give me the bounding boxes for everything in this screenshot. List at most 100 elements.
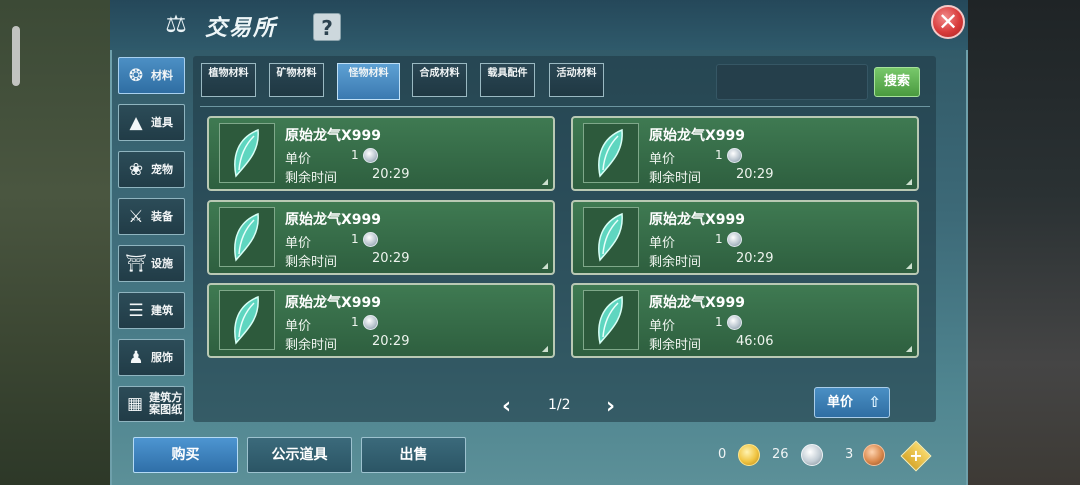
price-label: 单价	[649, 152, 676, 167]
gold-amount: 0	[718, 447, 727, 462]
silver-coin-icon	[363, 315, 378, 330]
silver-coin-icon	[727, 315, 742, 330]
sidebar-item-label: 建筑	[151, 303, 173, 317]
gold-coin-icon	[738, 444, 760, 466]
listing-card[interactable]: 原始龙气X999 单价 1 剩余时间 20:29 ◢	[207, 116, 555, 191]
background-right	[968, 0, 1080, 485]
silver-coin-icon	[363, 148, 378, 163]
item-thumbnail	[219, 207, 275, 267]
tab-event-materials[interactable]: 活动材料	[549, 63, 604, 97]
price-value: 1	[351, 315, 359, 329]
search-button[interactable]: 搜索	[874, 67, 920, 97]
item-name: 原始龙气X999	[649, 128, 746, 144]
copper-coin-icon	[863, 444, 885, 466]
sidebar-item-clothing[interactable]: ♟ 服饰	[118, 339, 185, 376]
silver-coin-icon	[801, 444, 823, 466]
item-thumbnail	[219, 290, 275, 350]
time-label: 剩余时间	[649, 255, 702, 270]
item-name: 原始龙气X999	[285, 128, 382, 144]
silver-amount: 26	[772, 447, 789, 462]
time-label: 剩余时间	[285, 171, 338, 186]
sell-button[interactable]: 出售	[361, 437, 466, 473]
sidebar-item-blueprints[interactable]: ▦ 建筑方案图纸	[118, 386, 185, 422]
plus-icon: +	[909, 446, 923, 465]
listing-card[interactable]: 原始龙气X999 单价 1 剩余时间 20:29 ◢	[207, 283, 555, 358]
corner-mark-icon: ◢	[905, 261, 912, 270]
time-remaining: 20:29	[372, 334, 410, 349]
time-remaining: 46:06	[736, 334, 774, 349]
listing-card[interactable]: 原始龙气X999 单价 1 剩余时间 20:29 ◢	[571, 200, 919, 275]
page-indicator: 1/2	[548, 397, 571, 413]
sidebar-item-pets[interactable]: ❀ 宠物	[118, 151, 185, 188]
divider	[200, 106, 930, 107]
dragon-qi-crystal-icon	[234, 295, 259, 345]
sidebar-item-label: 设施	[151, 256, 173, 270]
item-thumbnail	[583, 290, 639, 350]
sort-by-price-button[interactable]: 单价 ⇧	[814, 387, 890, 418]
scales-icon: ⚖	[165, 10, 187, 38]
dragon-qi-crystal-icon	[234, 128, 259, 178]
item-name: 原始龙气X999	[649, 212, 746, 228]
price-label: 单价	[285, 236, 312, 251]
corner-mark-icon: ◢	[905, 344, 912, 353]
time-remaining: 20:29	[372, 251, 410, 266]
corner-mark-icon: ◢	[541, 261, 548, 270]
dragon-qi-crystal-icon	[234, 212, 259, 262]
listing-card[interactable]: 原始龙气X999 单价 1 剩余时间 20:29 ◢	[207, 200, 555, 275]
background-left	[0, 0, 110, 485]
prev-page-button[interactable]: ‹	[502, 394, 511, 419]
listing-card[interactable]: 原始龙气X999 单价 1 剩余时间 20:29 ◢	[571, 116, 919, 191]
sort-label: 单价	[827, 395, 854, 410]
sidebar-item-materials[interactable]: ❂ 材料	[118, 57, 185, 94]
search-input[interactable]	[716, 64, 868, 100]
time-remaining: 20:29	[372, 167, 410, 182]
sort-arrow-icon: ⇧	[868, 393, 881, 411]
tab-mineral-materials[interactable]: 矿物材料	[269, 63, 324, 97]
sidebar-item-items[interactable]: ▲ 道具	[118, 104, 185, 141]
tab-plant-materials[interactable]: 植物材料	[201, 63, 256, 97]
corner-mark-icon: ◢	[541, 177, 548, 186]
wall-icon: ☰	[128, 300, 144, 321]
corner-mark-icon: ◢	[541, 344, 548, 353]
dragon-qi-crystal-icon	[598, 128, 623, 178]
sidebar-item-label: 道具	[151, 115, 173, 129]
price-label: 单价	[649, 236, 676, 251]
silver-coin-icon	[727, 148, 742, 163]
price-label: 单价	[649, 319, 676, 334]
blueprint-icon: ▦	[127, 394, 144, 414]
next-page-button[interactable]: ›	[606, 394, 615, 419]
close-button[interactable]: ✕	[931, 5, 965, 39]
item-thumbnail	[583, 207, 639, 267]
sidebar-item-equipment[interactable]: ⚔ 装备	[118, 198, 185, 235]
time-remaining: 20:29	[736, 251, 774, 266]
price-value: 1	[715, 315, 723, 329]
public-items-button[interactable]: 公示道具	[247, 437, 352, 473]
item-name: 原始龙气X999	[285, 212, 382, 228]
listing-card[interactable]: 原始龙气X999 单价 1 剩余时间 46:06 ◢	[571, 283, 919, 358]
materials-icon: ❂	[128, 65, 144, 86]
sidebar-item-facilities[interactable]: ⛩ 设施	[118, 245, 185, 282]
time-remaining: 20:29	[736, 167, 774, 182]
silver-coin-icon	[727, 232, 742, 247]
buy-button[interactable]: 购买	[133, 437, 238, 473]
sidebar-item-label: 装备	[151, 209, 173, 223]
silver-coin-icon	[363, 232, 378, 247]
item-name: 原始龙气X999	[649, 295, 746, 311]
price-label: 单价	[285, 319, 312, 334]
dragon-qi-crystal-icon	[598, 295, 623, 345]
time-label: 剩余时间	[649, 338, 702, 353]
copper-amount: 3	[845, 447, 854, 462]
sidebar-item-label: 宠物	[151, 162, 173, 176]
corner-mark-icon: ◢	[905, 177, 912, 186]
price-value: 1	[715, 148, 723, 162]
tab-monster-materials[interactable]: 怪物材料	[337, 63, 400, 100]
sidebar-item-buildings[interactable]: ☰ 建筑	[118, 292, 185, 329]
sidebar-item-label: 建筑方案图纸	[149, 391, 183, 416]
side-handle[interactable]	[12, 26, 20, 86]
tab-vehicle-parts[interactable]: 载具配件	[480, 63, 535, 97]
item-thumbnail	[219, 123, 275, 183]
sidebar-item-label: 材料	[151, 68, 173, 82]
help-button[interactable]: ?	[313, 13, 341, 41]
dragon-qi-crystal-icon	[598, 212, 623, 262]
tab-synthetic-materials[interactable]: 合成材料	[412, 63, 467, 97]
